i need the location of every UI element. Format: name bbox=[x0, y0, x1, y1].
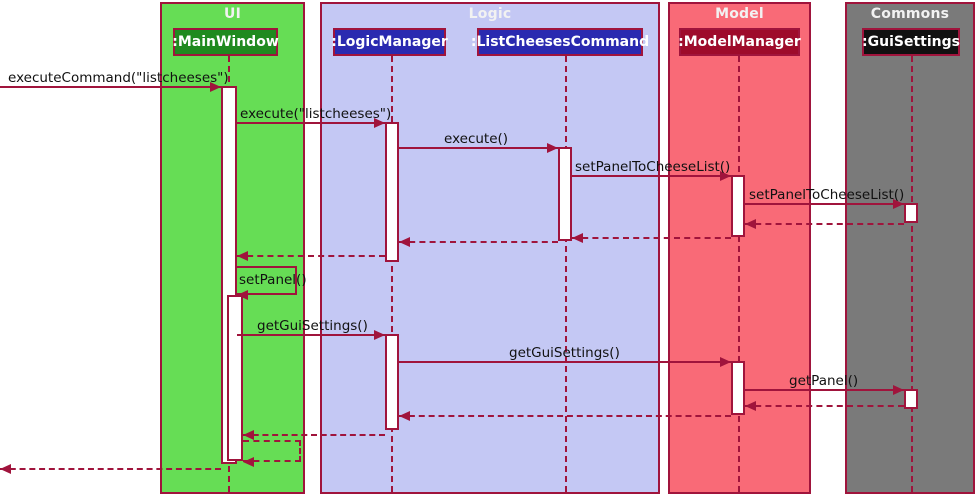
guisettings-activation-2 bbox=[904, 389, 918, 409]
msg-get-panel-line bbox=[745, 389, 904, 391]
msg-execute-listcheeses-line bbox=[237, 122, 385, 124]
msg-get-gui-settings-2-line bbox=[399, 361, 731, 363]
participant-mainwindow[interactable]: :MainWindow bbox=[172, 28, 279, 56]
participant-label: :ListCheesesCommand bbox=[470, 34, 650, 50]
return-guisettings-to-model-1-arrowhead bbox=[745, 219, 756, 229]
return-logic-to-mainwindow-arrowhead bbox=[237, 251, 248, 261]
return-command-to-logic-arrowhead bbox=[399, 237, 410, 247]
logicmanager-activation-1 bbox=[385, 122, 399, 262]
modelmanager-activation-2 bbox=[731, 361, 745, 415]
return-guisettings-to-model-1-line bbox=[745, 223, 904, 225]
participant-label: :ModelManager bbox=[678, 34, 801, 50]
msg-execute-listcheeses-label: execute("listcheeses") bbox=[240, 106, 392, 122]
return-model-to-logic-2-arrowhead bbox=[399, 411, 410, 421]
lifeline-guisettings bbox=[911, 56, 913, 492]
msg-get-gui-settings-2-label: getGuiSettings() bbox=[509, 345, 620, 361]
participant-logicmanager[interactable]: :LogicManager bbox=[331, 28, 448, 56]
group-title-commons: Commons bbox=[870, 6, 950, 22]
return-logic-to-mainwindow-2-arrowhead bbox=[243, 430, 254, 440]
group-logic: Logic bbox=[320, 2, 660, 494]
mainwindow-activation-2 bbox=[227, 295, 243, 461]
participant-label: :LogicManager bbox=[331, 34, 448, 50]
group-title-logic: Logic bbox=[468, 6, 512, 22]
msg-execute-arrowhead bbox=[547, 143, 558, 153]
self-msg-set-panel-arrowhead bbox=[237, 290, 248, 300]
sequence-diagram-canvas: UI :MainWindow Logic Model :ModelManager Comm… bbox=[0, 0, 977, 500]
return-command-to-logic-line bbox=[399, 241, 558, 243]
msg-execute-command-label: executeCommand("listcheeses") bbox=[8, 70, 229, 86]
msg-get-gui-settings-1-line bbox=[237, 334, 385, 336]
group-title-ui: UI bbox=[224, 6, 241, 22]
return-mainwindow-to-actor-line bbox=[0, 468, 221, 470]
modelmanager-activation-1 bbox=[731, 175, 745, 237]
return-guisettings-to-model-2-line bbox=[745, 405, 904, 407]
lifeline-listcheesescommand bbox=[565, 56, 567, 492]
logicmanager-activation-2 bbox=[385, 334, 399, 430]
lifeline-modelmanager bbox=[738, 56, 740, 492]
participant-modelmanager[interactable]: :ModelManager bbox=[678, 28, 801, 56]
participant-label: :MainWindow bbox=[172, 34, 279, 50]
msg-get-gui-settings-1-label: getGuiSettings() bbox=[257, 318, 368, 334]
msg-get-gui-settings-2-arrowhead bbox=[720, 357, 731, 367]
msg-execute-line bbox=[399, 147, 558, 149]
msg-set-panel-to-cheese-list-2-line bbox=[745, 203, 904, 205]
return-guisettings-to-model-2-arrowhead bbox=[745, 401, 756, 411]
msg-set-panel-to-cheese-list-2-label: setPanelToCheeseList() bbox=[749, 187, 905, 203]
msg-get-gui-settings-1-arrowhead bbox=[374, 330, 385, 340]
participant-guisettings[interactable]: :GuiSettings bbox=[862, 28, 960, 56]
guisettings-activation-1 bbox=[904, 203, 918, 223]
msg-get-panel-arrowhead bbox=[893, 385, 904, 395]
group-commons: Commons bbox=[845, 2, 975, 494]
self-return-mainwindow-arrowhead bbox=[243, 457, 254, 467]
msg-execute-command-line bbox=[0, 86, 221, 88]
return-model-to-command-arrowhead bbox=[572, 233, 583, 243]
msg-get-panel-label: getPanel() bbox=[789, 373, 859, 389]
listcheesescommand-activation-1 bbox=[558, 147, 572, 241]
self-msg-set-panel-label: setPanel() bbox=[239, 272, 307, 288]
group-title-model: Model bbox=[715, 6, 764, 22]
msg-set-panel-to-cheese-list-1-label: setPanelToCheeseList() bbox=[575, 159, 731, 175]
participant-label: :GuiSettings bbox=[862, 34, 960, 50]
msg-set-panel-to-cheese-list-1-line bbox=[572, 175, 731, 177]
return-mainwindow-to-actor-arrowhead bbox=[0, 464, 11, 474]
return-model-to-logic-2-line bbox=[399, 415, 731, 417]
msg-execute-label: execute() bbox=[444, 131, 509, 147]
return-logic-to-mainwindow-line bbox=[237, 255, 385, 257]
participant-listcheesescommand[interactable]: :ListCheesesCommand bbox=[471, 28, 649, 56]
return-model-to-command-line bbox=[572, 237, 731, 239]
return-logic-to-mainwindow-2-line bbox=[243, 434, 385, 436]
